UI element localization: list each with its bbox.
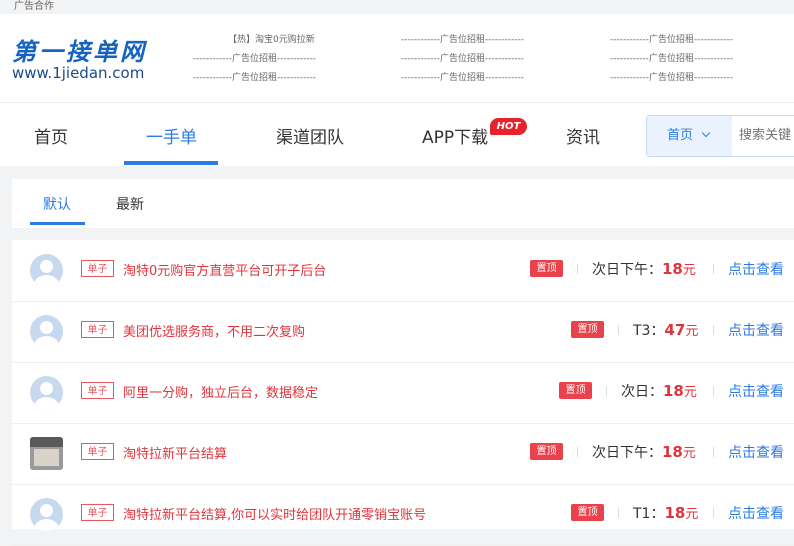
task-tag: 单子 <box>81 260 114 277</box>
avatar <box>30 254 63 287</box>
search-input[interactable] <box>739 116 794 154</box>
nav-item-channel-team[interactable]: 渠道团队 <box>276 123 344 148</box>
view-details-link[interactable]: 点击查看 <box>728 259 784 279</box>
nav-item-home[interactable]: 首页 <box>34 123 68 148</box>
price-amount: 18 <box>664 504 686 522</box>
task-tag: 单子 <box>81 443 114 460</box>
ad-slot-8[interactable]: ------------广告位招租------------ <box>610 51 733 64</box>
chevron-down-icon <box>701 128 711 138</box>
task-title[interactable]: 淘特0元购官方直营平台可开子后台 <box>123 260 326 279</box>
settlement-price: 次日：18元 <box>621 381 697 401</box>
task-title[interactable]: 淘特拉新平台结算 <box>123 443 227 462</box>
avatar <box>30 315 63 348</box>
task-tag: 单子 <box>81 321 114 338</box>
site-logo-title[interactable]: 第一接单网 <box>12 32 147 67</box>
ad-slot-2[interactable]: ------------广告位招租------------ <box>193 51 316 64</box>
settlement-price: T3：47元 <box>633 320 698 340</box>
avatar <box>30 437 63 470</box>
site-header: 第一接单网 www.1jiedan.com 【热】淘宝0元购拉新 -------… <box>0 14 794 102</box>
price-amount: 47 <box>664 321 686 339</box>
view-details-link[interactable]: 点击查看 <box>728 320 784 340</box>
tab-active-indicator <box>30 222 85 225</box>
tab-latest[interactable]: 最新 <box>116 194 144 214</box>
divider <box>577 264 578 274</box>
search-scope-label: 首页 <box>667 128 694 143</box>
settlement-term: 次日： <box>621 384 663 400</box>
list-item[interactable]: 单子 美团优选服务商，不用二次复购 置顶 T3：47元 点击查看 <box>12 301 794 363</box>
hot-badge: HOT <box>490 118 527 135</box>
settlement-term: 次日下午： <box>592 445 662 461</box>
search-box: 首页 <box>646 115 794 157</box>
ad-slot-1[interactable]: 【热】淘宝0元购拉新 <box>228 32 315 45</box>
nav-active-indicator <box>124 161 218 165</box>
divider <box>577 447 578 457</box>
divider <box>713 508 714 518</box>
price-amount: 18 <box>663 382 684 400</box>
settlement-term: T1： <box>633 506 665 522</box>
list-tabs: 默认 最新 <box>12 179 794 228</box>
ad-cooperation-link[interactable]: 广告合作 <box>14 0 54 12</box>
price-unit: 元 <box>685 324 699 339</box>
divider <box>713 447 714 457</box>
ad-slot-7[interactable]: ------------广告位招租------------ <box>610 32 733 45</box>
settlement-price: 次日下午：18元 <box>592 259 696 279</box>
settlement-price: 次日下午：18元 <box>592 442 696 462</box>
settlement-price: T1：18元 <box>633 503 698 523</box>
price-amount: 18 <box>662 443 683 461</box>
divider <box>606 386 607 396</box>
list-item[interactable]: 单子 淘特拉新平台结算 置顶 次日下午：18元 点击查看 <box>12 423 794 485</box>
settlement-term: 次日下午： <box>592 262 662 278</box>
divider <box>713 264 714 274</box>
pinned-badge: 置顶 <box>559 382 592 399</box>
divider <box>713 325 714 335</box>
nav-item-news[interactable]: 资讯 <box>566 123 600 148</box>
ad-slot-3[interactable]: ------------广告位招租------------ <box>193 70 316 83</box>
ad-slot-9[interactable]: ------------广告位招租------------ <box>610 70 733 83</box>
price-amount: 18 <box>662 260 683 278</box>
divider <box>713 386 714 396</box>
avatar <box>30 376 63 409</box>
ad-slot-6[interactable]: ------------广告位招租------------ <box>401 70 524 83</box>
ad-slot-4[interactable]: ------------广告位招租------------ <box>401 32 524 45</box>
task-tag: 单子 <box>81 504 114 521</box>
avatar <box>30 498 63 531</box>
list-item[interactable]: 单子 淘特0元购官方直营平台可开子后台 置顶 次日下午：18元 点击查看 <box>12 240 794 302</box>
search-scope-select[interactable]: 首页 <box>647 116 732 156</box>
view-details-link[interactable]: 点击查看 <box>728 381 784 401</box>
task-title[interactable]: 美团优选服务商，不用二次复购 <box>123 321 305 340</box>
ad-slot-5[interactable]: ------------广告位招租------------ <box>401 51 524 64</box>
view-details-link[interactable]: 点击查看 <box>728 442 784 462</box>
divider <box>618 325 619 335</box>
top-bar: 广告合作 <box>0 0 794 14</box>
task-list: 单子 淘特0元购官方直营平台可开子后台 置顶 次日下午：18元 点击查看 单子 … <box>12 240 794 546</box>
pinned-badge: 置顶 <box>530 260 563 277</box>
task-tag: 单子 <box>81 382 114 399</box>
view-details-link[interactable]: 点击查看 <box>728 503 784 523</box>
task-title[interactable]: 阿里一分购，独立后台，数据稳定 <box>123 382 318 401</box>
price-unit: 元 <box>685 507 699 522</box>
tab-default[interactable]: 默认 <box>43 194 71 214</box>
pinned-badge: 置顶 <box>530 443 563 460</box>
task-title[interactable]: 淘特拉新平台结算,你可以实时给团队开通零销宝账号 <box>123 504 426 523</box>
main-nav: 首页 一手单 渠道团队 APP下载 HOT 资讯 首页 <box>0 102 794 166</box>
settlement-term: T3： <box>633 323 665 339</box>
price-unit: 元 <box>683 385 697 400</box>
nav-item-first-hand[interactable]: 一手单 <box>146 123 197 148</box>
price-unit: 元 <box>682 263 696 278</box>
site-logo-url[interactable]: www.1jiedan.com <box>12 64 144 82</box>
divider <box>618 508 619 518</box>
pinned-badge: 置顶 <box>571 504 604 521</box>
pinned-badge: 置顶 <box>571 321 604 338</box>
price-unit: 元 <box>682 446 696 461</box>
nav-item-app-download[interactable]: APP下载 <box>422 123 488 148</box>
list-item[interactable]: 单子 淘特拉新平台结算,你可以实时给团队开通零销宝账号 置顶 T1：18元 点击… <box>12 484 794 546</box>
list-item[interactable]: 单子 阿里一分购，独立后台，数据稳定 置顶 次日：18元 点击查看 <box>12 362 794 424</box>
